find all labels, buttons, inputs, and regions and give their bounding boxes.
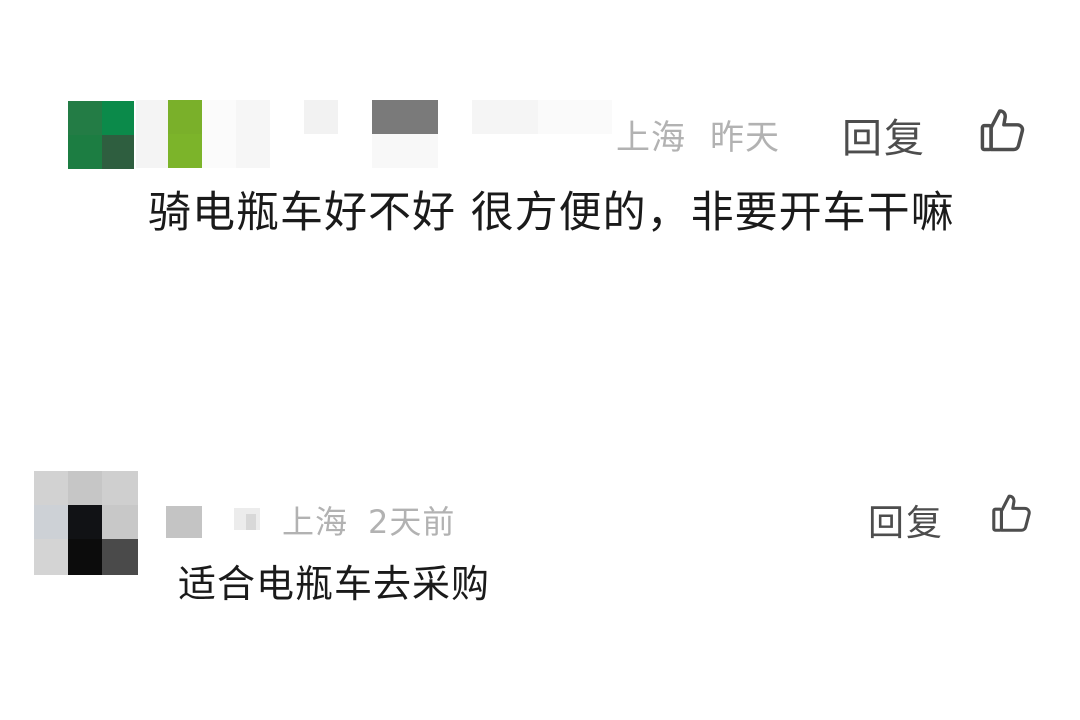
comment-text: 骑电瓶车好不好 很方便的，非要开车干嘛 [148, 188, 955, 238]
username-pixelated[interactable] [166, 496, 278, 540]
username-pixelated[interactable] [136, 100, 616, 172]
location-label: 上海 [282, 503, 349, 541]
thumbs-up-icon [992, 494, 1031, 532]
reply-button[interactable]: 回复 [868, 494, 944, 546]
comment-meta: 上海 2天前 [282, 497, 455, 543]
comment-meta: 上海 昨天 [616, 110, 780, 159]
avatar[interactable] [34, 471, 138, 575]
comment-text: 适合电瓶车去采购 [178, 562, 491, 606]
location-label: 上海 [616, 118, 686, 158]
reply-button[interactable]: 回复 [842, 106, 926, 164]
timestamp: 2天前 [368, 503, 456, 541]
like-button[interactable] [976, 104, 1030, 156]
thumbs-up-icon [980, 109, 1025, 152]
like-button[interactable] [988, 490, 1036, 536]
timestamp: 昨天 [710, 118, 780, 158]
avatar[interactable] [68, 101, 134, 169]
